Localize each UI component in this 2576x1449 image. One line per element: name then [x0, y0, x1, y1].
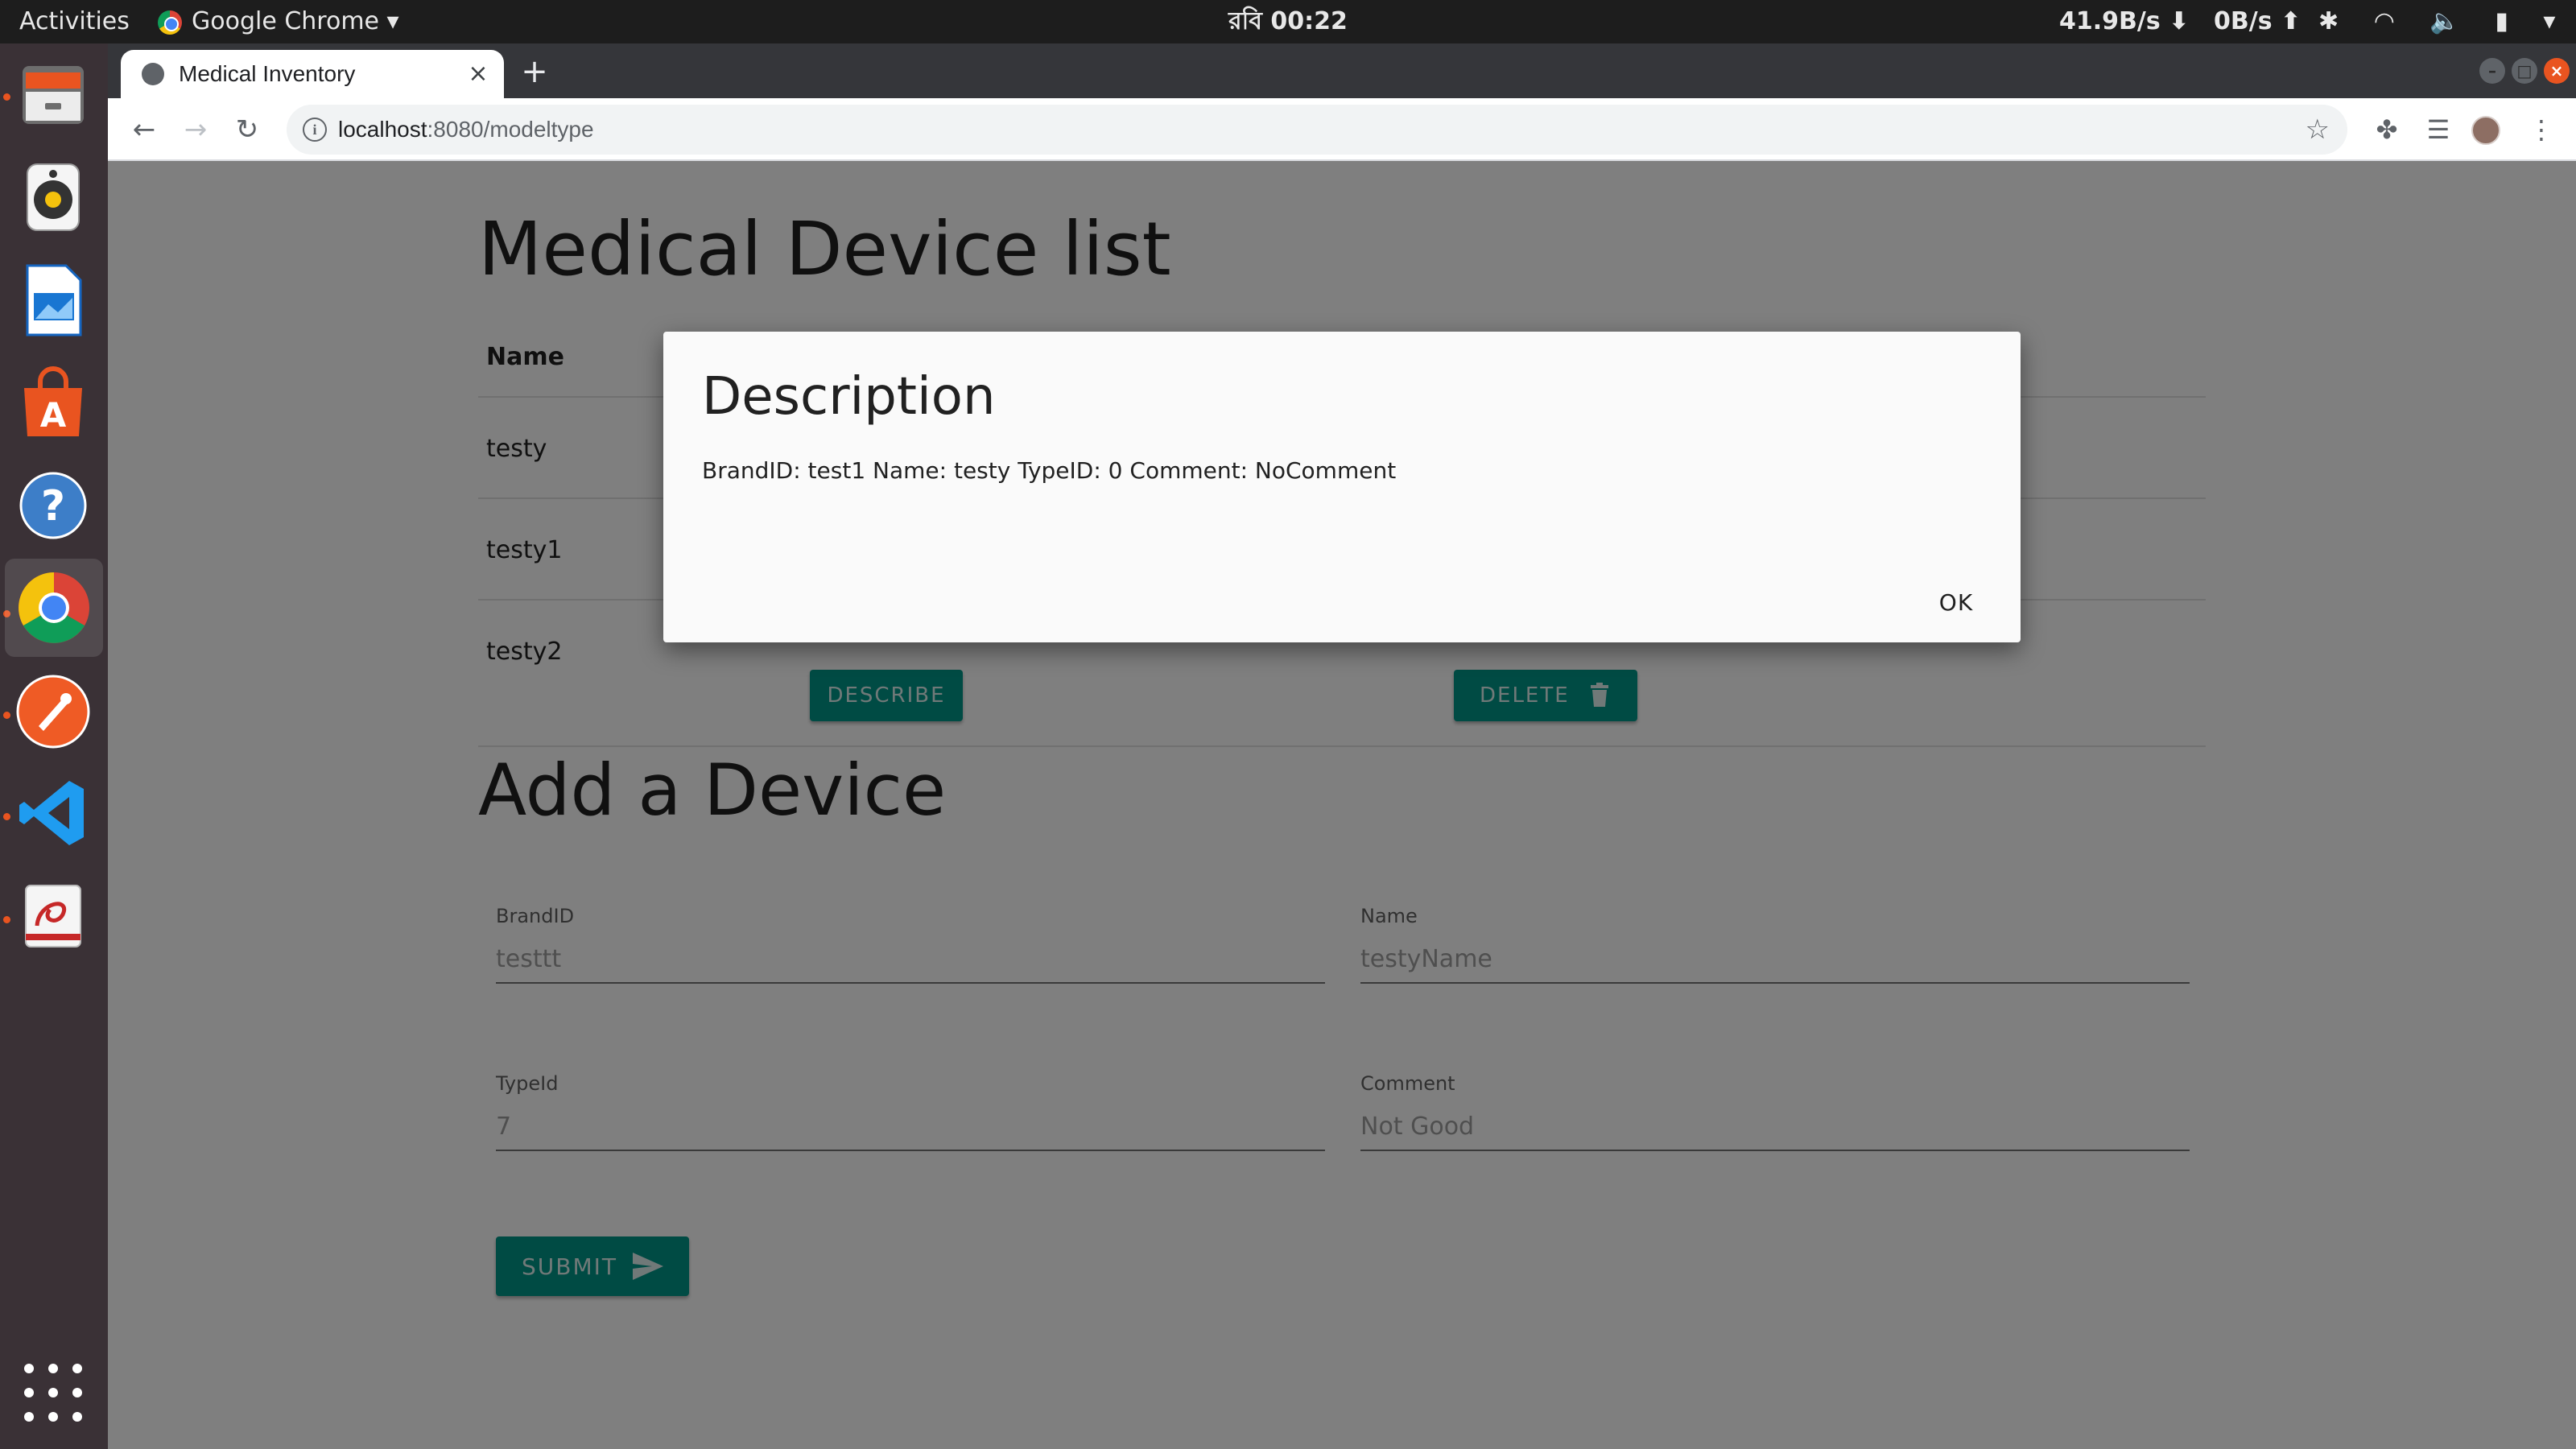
minimize-button[interactable]: –	[2479, 58, 2505, 84]
browser-window: Medical Inventory × + – □ × ← → ↻ i loca…	[108, 43, 2576, 1449]
running-indicator	[3, 712, 10, 719]
dock-rhythmbox[interactable]	[14, 158, 92, 235]
svg-text:A: A	[40, 395, 67, 435]
help-icon: ?	[19, 472, 87, 539]
running-indicator	[3, 93, 10, 101]
dock-vscode[interactable]	[14, 774, 92, 852]
svg-text:?: ?	[41, 482, 65, 530]
url-path: :8080/modeltype	[427, 117, 594, 142]
dock-ubuntu-software[interactable]: A	[14, 364, 92, 441]
clock[interactable]: রবি 00:22	[0, 0, 2576, 43]
forward-arrow-icon[interactable]: →	[175, 109, 216, 150]
dock: A ?	[0, 43, 108, 1449]
wifi-icon[interactable]: ◠	[2374, 0, 2395, 43]
globe-icon	[142, 63, 164, 85]
network-upload-rate: 0B/s ⬆	[2214, 7, 2301, 35]
back-arrow-icon[interactable]: ←	[124, 109, 164, 150]
running-indicator	[3, 916, 10, 923]
system-menu-chevron-icon[interactable]: ▾	[2543, 0, 2555, 43]
tab-close-icon[interactable]: ×	[464, 60, 493, 89]
dialog-body: BrandID: test1 Name: testy TypeID: 0 Com…	[702, 457, 1397, 484]
url-text[interactable]: localhost:8080/modeltype	[338, 105, 594, 155]
dock-postman[interactable]	[14, 673, 92, 750]
vscode-icon	[19, 781, 84, 845]
info-icon[interactable]: i	[303, 118, 327, 142]
description-dialog: Description BrandID: test1 Name: testy T…	[663, 332, 2021, 642]
extensions-puzzle-icon[interactable]: ✤	[2367, 109, 2407, 150]
bookmark-star-icon[interactable]: ☆	[2306, 105, 2330, 155]
chrome-icon	[19, 572, 89, 643]
tab-title: Medical Inventory	[179, 61, 356, 86]
document-viewer-icon	[25, 885, 81, 947]
dock-document-viewer[interactable]	[14, 877, 92, 955]
show-applications-grid-icon[interactable]	[24, 1364, 82, 1422]
software-bag-icon: A	[24, 366, 82, 436]
system-tray[interactable]: ✱ ◠ 🔈 ▮ ▾	[2318, 0, 2576, 43]
media-control-icon[interactable]: ☰	[2418, 109, 2458, 150]
close-window-button[interactable]: ×	[2544, 58, 2570, 84]
impress-icon	[26, 264, 82, 336]
address-bar[interactable]: i localhost:8080/modeltype ☆	[287, 105, 2347, 155]
volume-icon[interactable]: 🔈	[2429, 0, 2459, 43]
ok-button[interactable]: OK	[1916, 578, 1996, 626]
dialog-title: Description	[702, 367, 996, 427]
speaker-icon	[27, 163, 80, 231]
dock-google-chrome[interactable]	[5, 559, 103, 657]
maximize-button[interactable]: □	[2512, 58, 2537, 84]
dock-files[interactable]	[14, 56, 92, 134]
browser-toolbar: ← → ↻ i localhost:8080/modeltype ☆ ✤ ☰ ⋮	[108, 98, 2576, 161]
system-top-bar: Activities Google Chrome ▾ রবি 00:22 41.…	[0, 0, 2576, 43]
profile-avatar[interactable]	[2471, 116, 2500, 145]
dock-libreoffice-impress[interactable]	[14, 261, 92, 338]
bluetooth-icon[interactable]: ✱	[2318, 0, 2339, 43]
new-tab-button[interactable]: +	[515, 53, 554, 92]
postman-icon	[16, 675, 90, 749]
battery-icon[interactable]: ▮	[2495, 0, 2508, 43]
tab-medical-inventory[interactable]: Medical Inventory ×	[121, 50, 504, 98]
tab-strip: Medical Inventory × + – □ ×	[108, 43, 2576, 98]
reload-icon[interactable]: ↻	[227, 109, 267, 150]
running-indicator	[3, 813, 10, 820]
page-viewport: Medical Device list Name testy testy1 te…	[108, 161, 2576, 1449]
dock-help[interactable]: ?	[14, 467, 92, 544]
network-download-rate: 41.9B/s ⬇	[2059, 7, 2190, 35]
more-menu-icon[interactable]: ⋮	[2521, 109, 2562, 150]
url-host: localhost	[338, 117, 427, 142]
files-icon	[23, 66, 84, 124]
